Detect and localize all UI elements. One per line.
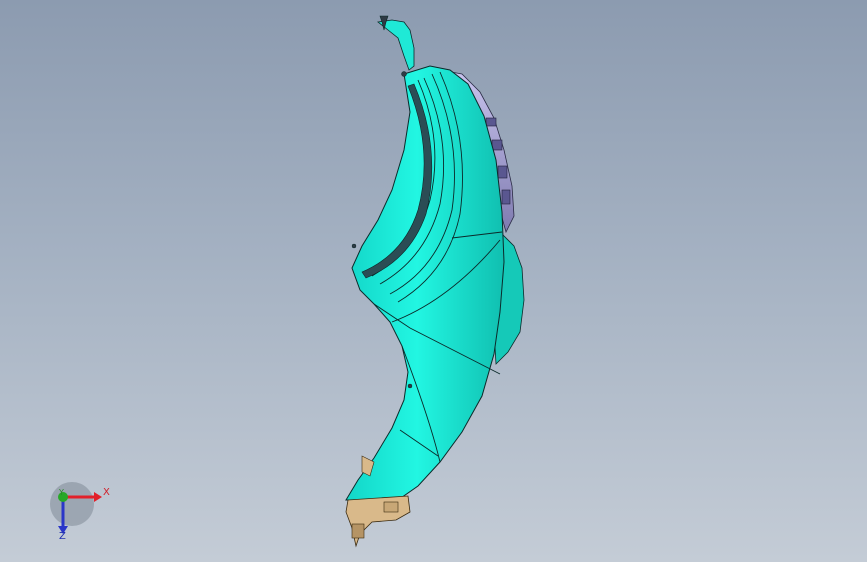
x-axis-arrowhead: [94, 492, 102, 502]
model-viewport[interactable]: [0, 0, 867, 562]
x-axis-label: X: [103, 487, 110, 498]
triad-shadow: [50, 482, 94, 526]
fender-model[interactable]: [345, 15, 525, 548]
z-axis-label: Z: [59, 531, 66, 542]
y-axis-label: Y: [59, 488, 64, 497]
coordinate-triad[interactable]: X Y Z: [44, 482, 124, 544]
